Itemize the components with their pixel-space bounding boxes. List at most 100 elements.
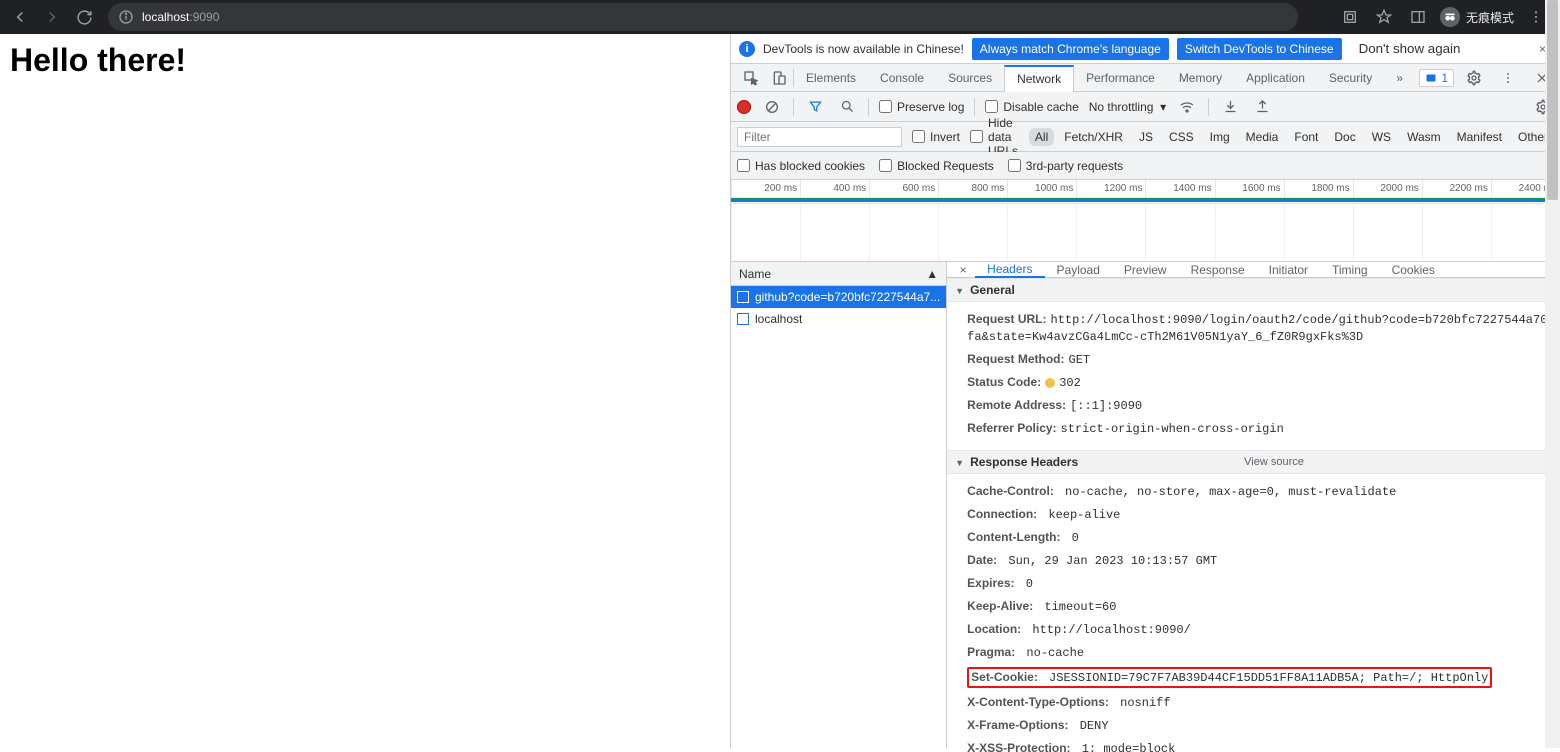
header-value: 1; mode=block [1075, 742, 1176, 752]
timeline-tick: 400 ms [800, 180, 869, 197]
header-value: keep-alive [1041, 508, 1120, 522]
section-general[interactable]: General [947, 278, 1560, 302]
filter-input[interactable] [737, 127, 902, 147]
header-key: Expires: [967, 576, 1014, 590]
type-pill-ws[interactable]: WS [1366, 128, 1397, 146]
export-icon[interactable] [1251, 96, 1273, 118]
devtools-tabs: Elements Console Sources Network Perform… [731, 64, 1560, 92]
view-source-link[interactable]: View source [1244, 456, 1304, 468]
kebab-menu-icon[interactable] [1494, 64, 1522, 92]
bookmark-icon[interactable] [1372, 5, 1396, 29]
status-code-key: Status Code: [967, 375, 1041, 389]
tab-initiator[interactable]: Initiator [1257, 262, 1320, 277]
tab-cookies[interactable]: Cookies [1380, 262, 1447, 277]
tab-memory[interactable]: Memory [1167, 64, 1234, 91]
url-host: localhost:9090 [142, 10, 219, 24]
tab-preview[interactable]: Preview [1112, 262, 1179, 277]
remote-address-key: Remote Address: [967, 398, 1066, 412]
request-list-header[interactable]: Name ▲ [731, 262, 946, 286]
network-toolbar: Preserve log Disable cache No throttling… [731, 92, 1560, 122]
throttling-select[interactable]: No throttling ▾ [1089, 100, 1166, 114]
type-pill-manifest[interactable]: Manifest [1451, 128, 1508, 146]
has-blocked-cookies-checkbox[interactable]: Has blocked cookies [737, 159, 865, 173]
header-value: no-cache [1019, 646, 1084, 660]
incognito-label: 无痕模式 [1466, 9, 1514, 26]
tab-performance[interactable]: Performance [1074, 64, 1167, 91]
blocked-requests-checkbox[interactable]: Blocked Requests [879, 159, 994, 173]
record-button[interactable] [737, 100, 751, 114]
tab-timing[interactable]: Timing [1320, 262, 1380, 277]
install-icon[interactable] [1338, 5, 1362, 29]
incognito-badge[interactable]: 无痕模式 [1440, 7, 1514, 27]
request-detail: × Headers Payload Preview Response Initi… [947, 262, 1560, 748]
tab-payload[interactable]: Payload [1045, 262, 1112, 277]
timeline-overview[interactable]: 200 ms400 ms600 ms800 ms1000 ms1200 ms14… [731, 180, 1560, 262]
type-pill-js[interactable]: JS [1133, 128, 1159, 146]
request-url-value: http://localhost:9090/login/oauth2/code/… [967, 313, 1554, 344]
site-info-icon[interactable] [118, 9, 134, 25]
request-row[interactable]: github?code=b720bfc7227544a7... [731, 286, 946, 308]
tab-network[interactable]: Network [1004, 65, 1074, 92]
tab-console[interactable]: Console [868, 64, 936, 91]
request-name: localhost [755, 312, 802, 326]
search-icon[interactable] [836, 96, 858, 118]
header-value: 0 [1019, 577, 1033, 591]
tab-sources[interactable]: Sources [936, 64, 1004, 91]
detail-scrollbar[interactable] [1545, 0, 1560, 748]
import-icon[interactable] [1219, 96, 1241, 118]
close-detail-icon[interactable]: × [951, 263, 975, 277]
tab-headers[interactable]: Headers [975, 263, 1044, 278]
page-heading: Hello there! [10, 42, 720, 79]
tab-more[interactable]: » [1384, 64, 1415, 91]
type-pill-all[interactable]: All [1029, 128, 1054, 146]
device-toggle-icon[interactable] [765, 64, 793, 92]
tab-security[interactable]: Security [1317, 64, 1384, 91]
type-pill-fetchxhr[interactable]: Fetch/XHR [1058, 128, 1129, 146]
always-match-button[interactable]: Always match Chrome's language [972, 38, 1169, 60]
header-key: X-XSS-Protection: [967, 741, 1070, 752]
dont-show-button[interactable]: Don't show again [1350, 36, 1470, 61]
clear-icon[interactable] [761, 96, 783, 118]
wifi-icon[interactable] [1176, 96, 1198, 118]
reload-button[interactable] [70, 3, 98, 31]
header-key: Content-Length: [967, 530, 1060, 544]
issues-badge[interactable]: 1 [1419, 69, 1454, 87]
filter-row-2: Has blocked cookies Blocked Requests 3rd… [731, 152, 1560, 180]
type-pill-font[interactable]: Font [1288, 128, 1324, 146]
header-key: X-Content-Type-Options: [967, 695, 1109, 709]
tab-application[interactable]: Application [1234, 64, 1317, 91]
request-url-key: Request URL: [967, 312, 1046, 326]
type-pill-media[interactable]: Media [1240, 128, 1285, 146]
timeline-tick: 1000 ms [1007, 180, 1076, 197]
browser-toolbar: localhost:9090 无痕模式 [0, 0, 1560, 34]
request-row[interactable]: localhost [731, 308, 946, 330]
tab-response[interactable]: Response [1179, 262, 1257, 277]
type-pill-wasm[interactable]: Wasm [1401, 128, 1447, 146]
address-bar[interactable]: localhost:9090 [108, 3, 1298, 31]
header-value: no-cache, no-store, max-age=0, must-reva… [1058, 485, 1396, 499]
type-pill-img[interactable]: Img [1204, 128, 1236, 146]
forward-button[interactable] [38, 3, 66, 31]
type-pill-css[interactable]: CSS [1163, 128, 1200, 146]
disable-cache-checkbox[interactable]: Disable cache [985, 100, 1078, 114]
sidepanel-icon[interactable] [1406, 5, 1430, 29]
back-button[interactable] [6, 3, 34, 31]
invert-checkbox[interactable]: Invert [912, 130, 960, 144]
settings-icon[interactable] [1460, 64, 1488, 92]
header-value: http://localhost:9090/ [1025, 623, 1191, 637]
switch-lang-button[interactable]: Switch DevTools to Chinese [1177, 38, 1342, 60]
tab-elements[interactable]: Elements [794, 64, 868, 91]
type-pill-doc[interactable]: Doc [1328, 128, 1361, 146]
header-key: Cache-Control: [967, 484, 1054, 498]
preserve-log-checkbox[interactable]: Preserve log [879, 100, 964, 114]
timeline-tick: 2000 ms [1353, 180, 1422, 197]
third-party-checkbox[interactable]: 3rd-party requests [1008, 159, 1123, 173]
header-key: Keep-Alive: [967, 599, 1033, 613]
sort-asc-icon: ▲ [926, 267, 938, 281]
filter-icon[interactable] [804, 96, 826, 118]
remote-address-value: [::1]:9090 [1070, 399, 1142, 413]
page-content: Hello there! [0, 34, 730, 748]
inspect-icon[interactable] [737, 64, 765, 92]
section-response-headers[interactable]: Response HeadersView source [947, 450, 1560, 474]
issue-count: 1 [1441, 71, 1448, 85]
